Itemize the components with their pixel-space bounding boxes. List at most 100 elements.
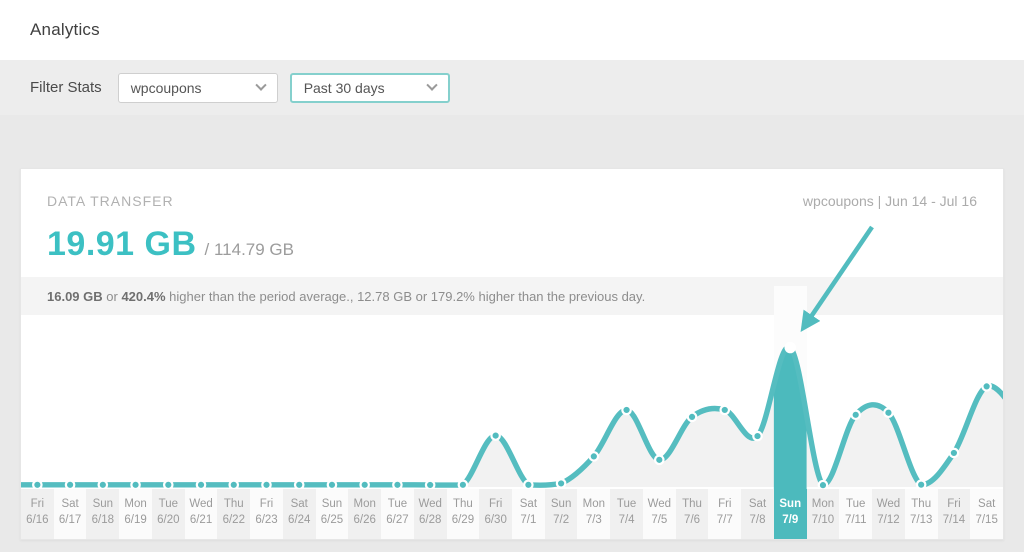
axis-label[interactable]: Wed7/12 bbox=[872, 489, 905, 539]
primary-metric-row: 19.91 GB / 114.79 GB bbox=[21, 209, 1003, 264]
axis-label[interactable]: Fri6/16 bbox=[21, 489, 54, 539]
chart-point[interactable] bbox=[655, 456, 663, 464]
summary-text: higher than the period average., 12.78 G… bbox=[166, 289, 646, 304]
axis-label[interactable]: Fri7/14 bbox=[938, 489, 971, 539]
axis-date: 6/29 bbox=[447, 512, 480, 528]
axis-date: 6/23 bbox=[250, 512, 283, 528]
chart-point[interactable] bbox=[688, 413, 696, 421]
axis-day: Fri bbox=[938, 496, 971, 512]
axis-day: Tue bbox=[839, 496, 872, 512]
x-axis-labels: Fri6/16Sat6/17Sun6/18Mon6/19Tue6/20Wed6/… bbox=[21, 489, 1003, 539]
axis-day: Wed bbox=[185, 496, 218, 512]
axis-label[interactable]: Tue6/27 bbox=[381, 489, 414, 539]
axis-date: 6/30 bbox=[479, 512, 512, 528]
axis-date: 7/3 bbox=[577, 512, 610, 528]
chart-point[interactable] bbox=[230, 481, 238, 489]
site-select[interactable]: wpcoupons bbox=[118, 73, 278, 103]
chart-point[interactable] bbox=[197, 481, 205, 489]
axis-label[interactable]: Wed6/28 bbox=[414, 489, 447, 539]
axis-label[interactable]: Fri6/23 bbox=[250, 489, 283, 539]
axis-day: Tue bbox=[381, 496, 414, 512]
chart-point[interactable] bbox=[131, 481, 139, 489]
axis-day: Fri bbox=[250, 496, 283, 512]
axis-label[interactable]: Mon6/26 bbox=[348, 489, 381, 539]
axis-day: Tue bbox=[152, 496, 185, 512]
card-header: DATA TRANSFER wpcoupons | Jun 14 - Jul 1… bbox=[21, 169, 1003, 209]
area-chart-canvas[interactable] bbox=[21, 324, 1003, 489]
axis-label[interactable]: Tue7/11 bbox=[839, 489, 872, 539]
axis-label[interactable]: Sun6/25 bbox=[316, 489, 349, 539]
axis-label[interactable]: Thu7/13 bbox=[905, 489, 938, 539]
axis-label-highlighted[interactable]: Sun7/9 bbox=[774, 489, 807, 539]
card-scope-daterange: wpcoupons | Jun 14 - Jul 16 bbox=[803, 193, 977, 209]
axis-day: Wed bbox=[643, 496, 676, 512]
axis-day: Mon bbox=[119, 496, 152, 512]
chevron-down-icon bbox=[426, 79, 437, 90]
chart-point[interactable] bbox=[328, 481, 336, 489]
axis-label[interactable]: Sat7/15 bbox=[970, 489, 1003, 539]
axis-day: Thu bbox=[905, 496, 938, 512]
axis-label[interactable]: Fri7/7 bbox=[708, 489, 741, 539]
axis-label[interactable]: Tue6/20 bbox=[152, 489, 185, 539]
chart-point[interactable] bbox=[721, 406, 729, 414]
chart-point[interactable] bbox=[884, 409, 892, 417]
axis-label[interactable]: Fri6/30 bbox=[479, 489, 512, 539]
axis-label[interactable]: Wed7/5 bbox=[643, 489, 676, 539]
date-range-select[interactable]: Past 30 days bbox=[290, 73, 450, 103]
chevron-down-icon bbox=[255, 79, 266, 90]
axis-label[interactable]: Sun7/2 bbox=[545, 489, 578, 539]
axis-label[interactable]: Sat7/8 bbox=[741, 489, 774, 539]
axis-label[interactable]: Sat6/17 bbox=[54, 489, 87, 539]
chart-point[interactable] bbox=[753, 432, 761, 440]
chart-point-highlighted[interactable] bbox=[785, 343, 795, 353]
chart-point[interactable] bbox=[99, 481, 107, 489]
chart-point[interactable] bbox=[164, 481, 172, 489]
chart-point[interactable] bbox=[852, 411, 860, 419]
axis-day: Mon bbox=[807, 496, 840, 512]
chart-point[interactable] bbox=[557, 479, 565, 487]
axis-label[interactable]: Mon7/10 bbox=[807, 489, 840, 539]
axis-label[interactable]: Thu6/22 bbox=[217, 489, 250, 539]
axis-label[interactable]: Tue7/4 bbox=[610, 489, 643, 539]
axis-date: 6/19 bbox=[119, 512, 152, 528]
chart-point[interactable] bbox=[459, 481, 467, 489]
chart-point[interactable] bbox=[982, 382, 990, 390]
axis-date: 6/26 bbox=[348, 512, 381, 528]
axis-label[interactable]: Thu7/6 bbox=[676, 489, 709, 539]
chart-point[interactable] bbox=[819, 481, 827, 489]
axis-date: 7/5 bbox=[643, 512, 676, 528]
chart-point[interactable] bbox=[33, 481, 41, 489]
axis-label[interactable]: Wed6/21 bbox=[185, 489, 218, 539]
axis-day: Tue bbox=[610, 496, 643, 512]
axis-date: 6/20 bbox=[152, 512, 185, 528]
axis-label[interactable]: Mon7/3 bbox=[577, 489, 610, 539]
chart-point[interactable] bbox=[262, 481, 270, 489]
chart-point[interactable] bbox=[622, 406, 630, 414]
axis-day: Sun bbox=[774, 496, 807, 512]
axis-label[interactable]: Thu6/29 bbox=[447, 489, 480, 539]
chart-point[interactable] bbox=[426, 481, 434, 489]
filter-bar: Filter Stats wpcoupons Past 30 days bbox=[0, 60, 1024, 115]
chart-point[interactable] bbox=[361, 481, 369, 489]
axis-label[interactable]: Mon6/19 bbox=[119, 489, 152, 539]
axis-date: 6/27 bbox=[381, 512, 414, 528]
site-select-value: wpcoupons bbox=[131, 80, 202, 96]
axis-label[interactable]: Sat7/1 bbox=[512, 489, 545, 539]
date-range-select-value: Past 30 days bbox=[304, 80, 385, 96]
chart-point[interactable] bbox=[393, 481, 401, 489]
chart-point[interactable] bbox=[66, 481, 74, 489]
axis-date: 6/17 bbox=[54, 512, 87, 528]
chart-point[interactable] bbox=[295, 481, 303, 489]
axis-label[interactable]: Sun6/18 bbox=[86, 489, 119, 539]
axis-day: Fri bbox=[479, 496, 512, 512]
chart-point[interactable] bbox=[524, 481, 532, 489]
chart-point[interactable] bbox=[491, 431, 499, 439]
summary-text: or bbox=[103, 289, 122, 304]
chart-point[interactable] bbox=[590, 452, 598, 460]
chart-point[interactable] bbox=[917, 480, 925, 488]
summary-amount: 16.09 GB bbox=[47, 289, 103, 304]
axis-label[interactable]: Sat6/24 bbox=[283, 489, 316, 539]
data-transfer-chart[interactable] bbox=[21, 324, 1003, 489]
axis-day: Sun bbox=[316, 496, 349, 512]
chart-point[interactable] bbox=[950, 449, 958, 457]
